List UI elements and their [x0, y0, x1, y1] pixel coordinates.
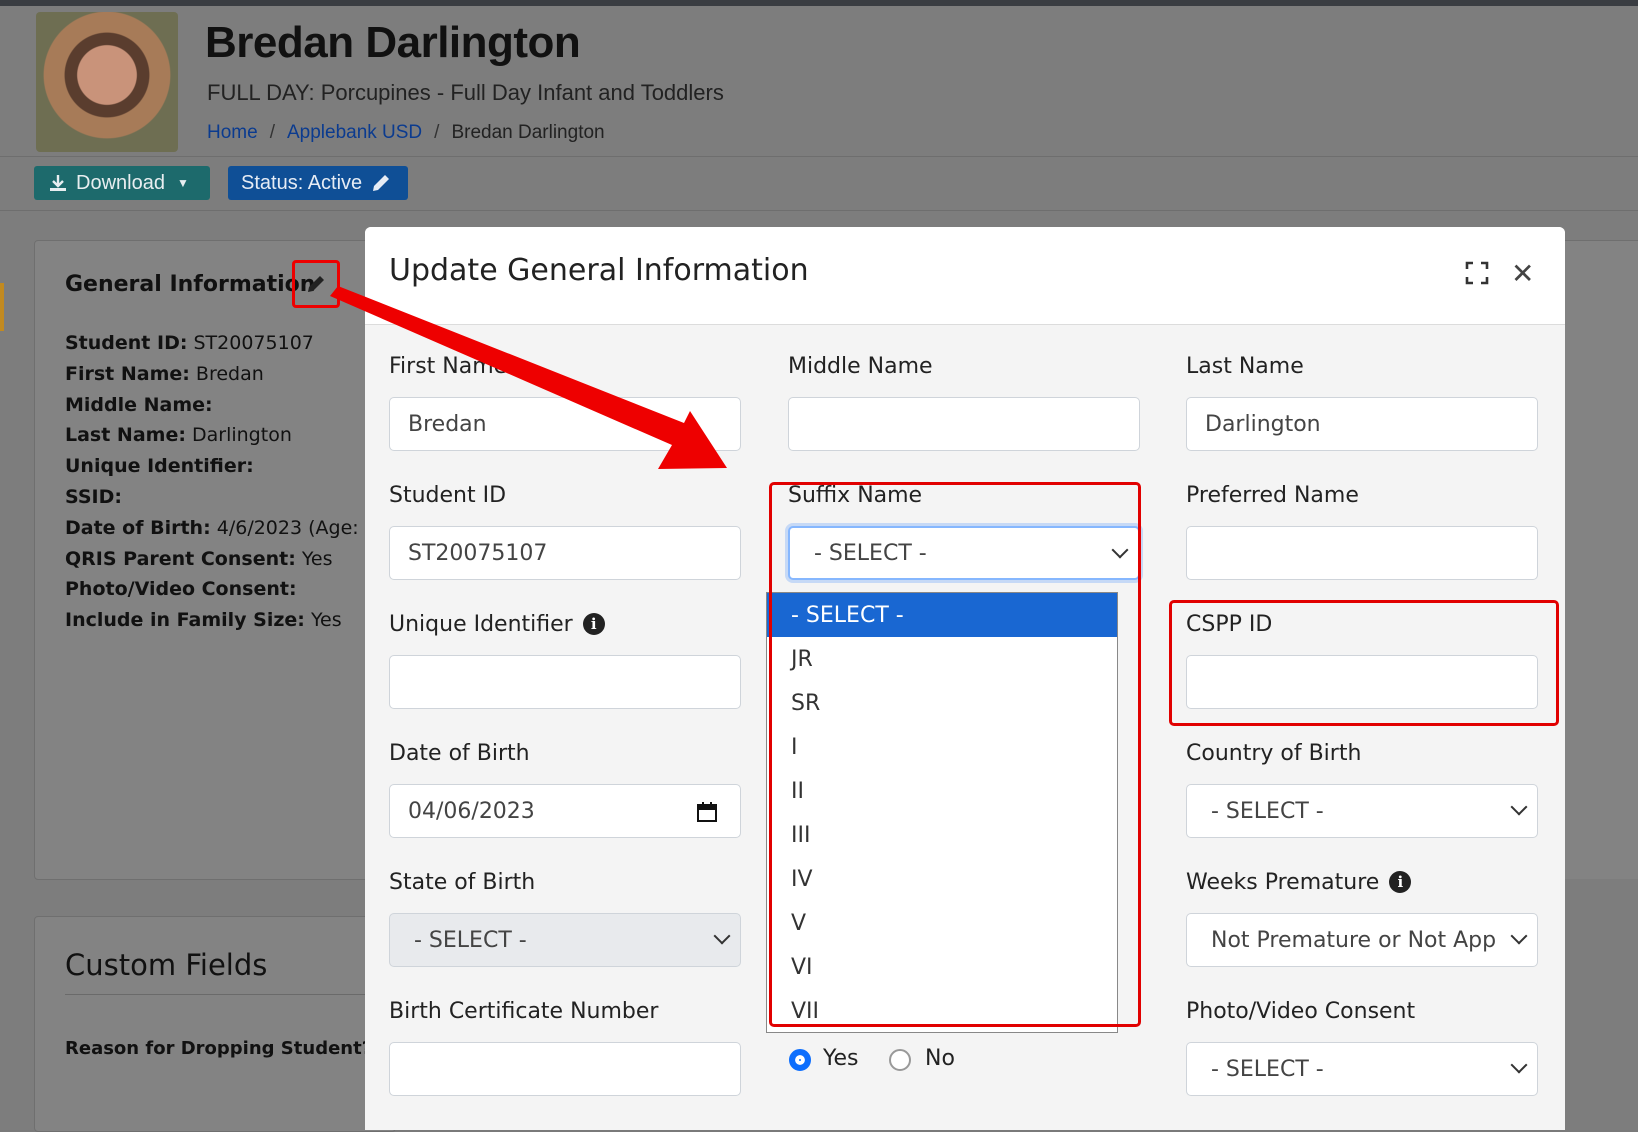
custom-fields-divider — [65, 994, 365, 995]
gi-row: Unique Identifier: — [65, 455, 254, 478]
custom-fields-title: Custom Fields — [65, 948, 268, 982]
radio-yes[interactable] — [789, 1049, 811, 1071]
modal-title: Update General Information — [389, 253, 809, 288]
status-label: Status: Active — [241, 171, 363, 194]
unique-identifier-input[interactable] — [389, 655, 741, 709]
first-name-input[interactable]: Bredan — [389, 397, 741, 451]
pencil-icon — [373, 175, 390, 191]
last-name-label: Last Name — [1186, 354, 1304, 379]
info-icon[interactable]: i — [1389, 871, 1412, 893]
side-accent — [0, 283, 4, 331]
general-info-fields: Student ID: ST20075107 First Name: Breda… — [65, 328, 384, 636]
state-of-birth-select[interactable]: - SELECT - — [389, 913, 741, 967]
gi-row: Photo/Video Consent: — [65, 578, 297, 601]
breadcrumb-current: Bredan Darlington — [451, 122, 605, 143]
radio-no-label: No — [925, 1046, 955, 1071]
chevron-down-icon — [1510, 927, 1528, 945]
gi-row: Last Name: Darlington — [65, 424, 292, 447]
date-of-birth-input[interactable]: 04/06/2023 — [389, 784, 741, 838]
cspp-highlight-box — [1169, 600, 1559, 726]
country-of-birth-label: Country of Birth — [1186, 741, 1362, 766]
birth-certificate-input[interactable] — [389, 1042, 741, 1096]
student-id-label: Student ID — [389, 483, 507, 508]
chevron-down-icon — [1510, 798, 1528, 816]
pencil-icon — [308, 276, 324, 292]
student-photo — [36, 12, 178, 152]
unique-identifier-label: Unique Identifier i — [389, 612, 605, 637]
photo-video-consent-select[interactable]: - SELECT - — [1186, 1042, 1538, 1096]
calendar-icon[interactable] — [696, 801, 718, 823]
caret-down-icon: ▼ — [176, 176, 189, 190]
download-icon — [50, 175, 66, 191]
right-background-card — [1560, 240, 1638, 879]
weeks-premature-label: Weeks Premature i — [1186, 870, 1412, 895]
status-button[interactable]: Status: Active — [228, 166, 408, 200]
radio-no[interactable] — [889, 1049, 911, 1071]
student-id-input[interactable]: ST20075107 — [389, 526, 741, 580]
gi-row: Student ID: ST20075107 — [65, 332, 314, 354]
update-general-info-modal: Update General Information ✕ First Name … — [365, 227, 1565, 1130]
gi-row: Include in Family Size: Yes — [65, 609, 342, 632]
toolbar-divider — [0, 210, 1638, 211]
middle-name-input[interactable] — [788, 397, 1140, 451]
info-icon[interactable]: i — [582, 613, 605, 635]
last-name-input[interactable]: Darlington — [1186, 397, 1538, 451]
preferred-name-input[interactable] — [1186, 526, 1538, 580]
close-icon[interactable]: ✕ — [1511, 257, 1534, 290]
breadcrumb-home-link[interactable]: Home — [207, 122, 258, 143]
breadcrumb: Home / Applebank USD / Bredan Darlington — [207, 122, 605, 143]
fullscreen-icon[interactable] — [1465, 261, 1489, 285]
first-name-label: First Name — [389, 354, 508, 379]
gi-row: Middle Name: — [65, 393, 213, 416]
gi-row: QRIS Parent Consent: Yes — [65, 547, 333, 570]
header-divider — [0, 156, 1638, 157]
date-of-birth-label: Date of Birth — [389, 741, 530, 766]
chevron-down-icon — [1510, 1056, 1528, 1074]
radio-yes-label: Yes — [823, 1046, 859, 1071]
download-button[interactable]: Download ▼ — [34, 166, 210, 200]
breadcrumb-district-link[interactable]: Applebank USD — [287, 122, 422, 143]
reason-dropping-label: Reason for Dropping Student? — [65, 1038, 373, 1059]
general-info-title: General Information — [65, 272, 316, 297]
download-label: Download — [76, 171, 165, 194]
chevron-down-icon — [713, 927, 731, 945]
program-subtitle: FULL DAY: Porcupines - Full Day Infant a… — [207, 80, 724, 105]
gi-row: SSID: — [65, 485, 122, 508]
student-name-heading: Bredan Darlington — [205, 18, 581, 67]
general-info-edit-button[interactable] — [292, 260, 340, 308]
middle-name-label: Middle Name — [788, 354, 933, 379]
gi-row: Date of Birth: 4/6/2023 (Age: 2) — [65, 516, 385, 539]
state-of-birth-label: State of Birth — [389, 870, 536, 895]
suffix-highlight-box — [769, 482, 1141, 1027]
country-of-birth-select[interactable]: - SELECT - — [1186, 784, 1538, 838]
birth-certificate-label: Birth Certificate Number — [389, 999, 659, 1024]
photo-video-consent-label: Photo/Video Consent — [1186, 999, 1416, 1024]
modal-header: Update General Information ✕ — [365, 227, 1565, 325]
gi-row: First Name: Bredan — [65, 362, 264, 385]
weeks-premature-select[interactable]: Not Premature or Not Appl — [1186, 913, 1538, 967]
preferred-name-label: Preferred Name — [1186, 483, 1359, 508]
